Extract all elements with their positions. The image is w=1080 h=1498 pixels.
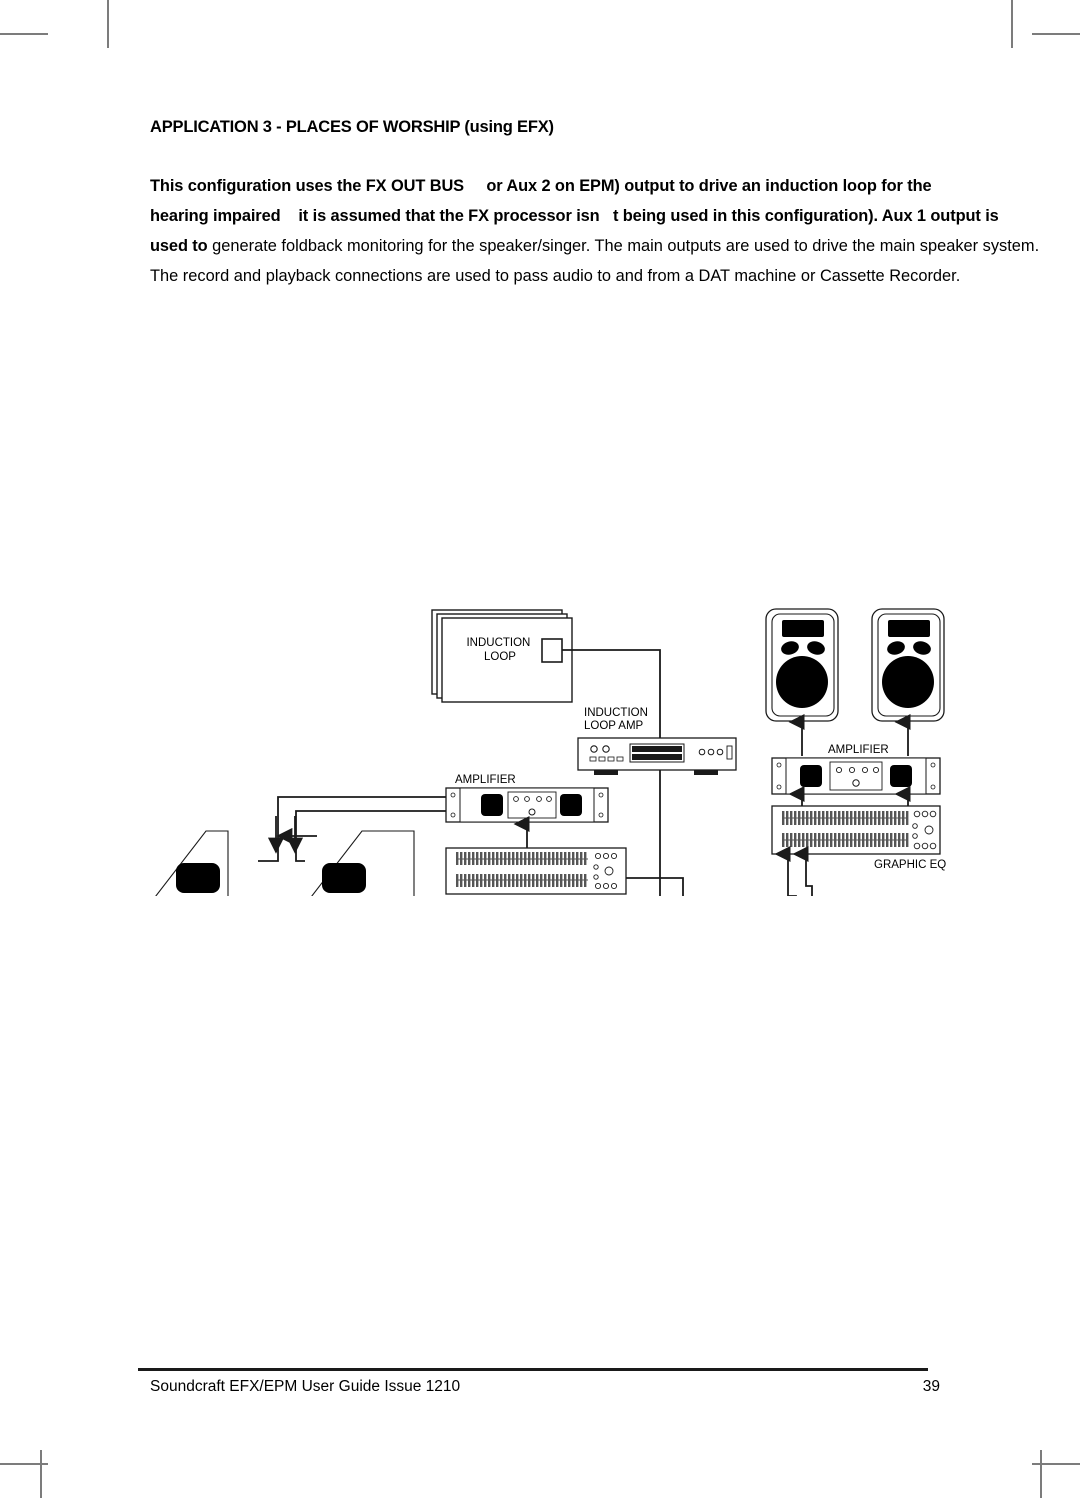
foldback-wedge-left <box>155 830 229 896</box>
graphic-eq-right-unit <box>771 805 941 855</box>
crop-mark-top-right-h <box>1032 33 1080 35</box>
foldback-wedge-right <box>311 830 415 896</box>
page-heading: APPLICATION 3 - PLACES OF WORSHIP (using… <box>150 118 554 136</box>
main-speaker-right <box>871 608 945 722</box>
amplifier-left-label: AMPLIFIER <box>455 774 516 786</box>
graphic-eq-right-label: GRAPHIC EQ <box>874 859 946 871</box>
induction-loop-amp-label: INDUCTION LOOP AMP <box>584 707 651 732</box>
text-block: APPLICATION 3 - PLACES OF WORSHIP (using… <box>150 118 1040 291</box>
crop-mark-top-left-v <box>107 0 109 48</box>
crop-mark-bottom-right-h <box>1032 1463 1080 1465</box>
induction-loop-amp-unit <box>577 737 737 775</box>
footer-rule <box>138 1368 928 1371</box>
crop-mark-top-right-v <box>1011 0 1013 48</box>
paragraph-regular: generate foldback monitoring for the spe… <box>150 237 1040 285</box>
footer-page-number: 39 <box>922 1378 940 1395</box>
crop-mark-bottom-left-v <box>40 1450 42 1498</box>
crop-mark-top-left-h <box>0 33 48 35</box>
paragraph-bold-4: it is assumed that the FX processor isn <box>298 207 600 225</box>
body-paragraph: This configuration uses the FX OUT BUS o… <box>150 171 1040 291</box>
footer-text: Soundcraft EFX/EPM User Guide Issue 1210 <box>150 1378 461 1395</box>
amplifier-right-unit <box>771 757 941 795</box>
paragraph-bold-3: impaired <box>212 207 281 225</box>
system-diagram: INDUCTION LOOP INDUCTION LOOP AMP AMPLIF… <box>0 296 1080 896</box>
crop-mark-bottom-left-h <box>0 1463 48 1465</box>
main-speaker-left <box>765 608 839 722</box>
amplifier-right-label: AMPLIFIER <box>828 744 889 756</box>
paragraph-bold-1: This configuration uses the FX OUT BUS <box>150 177 465 195</box>
amplifier-left-unit <box>445 787 609 823</box>
crop-mark-bottom-right-v <box>1040 1450 1042 1498</box>
graphic-eq-left-unit <box>445 847 627 895</box>
